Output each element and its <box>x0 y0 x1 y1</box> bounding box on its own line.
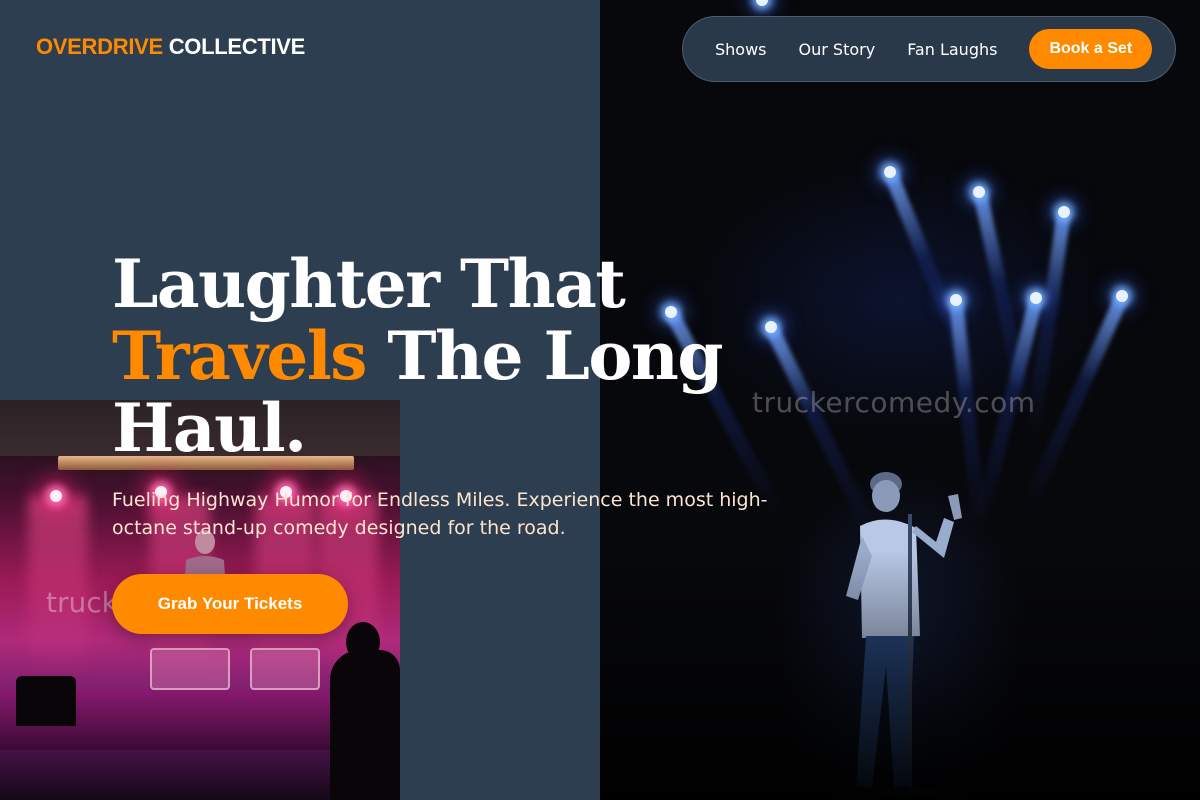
audience-shadow <box>600 550 1200 800</box>
main-nav: Shows Our Story Fan Laughs Book a Set <box>682 16 1176 82</box>
headline-line-2: The Long <box>365 317 723 395</box>
nav-link-fan-laughs[interactable]: Fan Laughs <box>907 40 997 59</box>
nav-link-our-story[interactable]: Our Story <box>799 40 876 59</box>
logo-accent-text: OVERDRIVE <box>36 34 163 59</box>
headline-accent: Travels <box>112 317 367 395</box>
hero-subtext: Fueling Highway Humor for Endless Miles.… <box>112 489 768 539</box>
grab-tickets-button[interactable]: Grab Your Tickets <box>112 574 348 634</box>
headline-line-1: Laughter That <box>112 245 626 323</box>
headline-line-3: Haul. <box>112 389 307 467</box>
hero-headline: Laughter That Travels The Long Haul. <box>112 248 752 464</box>
logo-rest-text: COLLECTIVE <box>162 34 306 59</box>
photo-watermark-right: truckercomedy.com <box>752 386 1036 419</box>
book-a-set-button[interactable]: Book a Set <box>1029 29 1153 69</box>
brand-logo[interactable]: OVERDRIVE COLLECTIVE <box>36 34 305 60</box>
nav-link-shows[interactable]: Shows <box>715 40 767 59</box>
